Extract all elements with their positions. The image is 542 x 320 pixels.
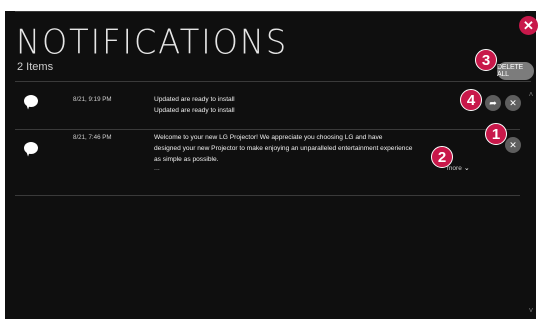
notification-line: Welcome to your new LG Projector! We app… <box>154 134 383 141</box>
notification-time: 8/21, 9:19 PM <box>73 96 112 103</box>
notification-line: Updated are ready to install <box>154 107 235 114</box>
callout-badge-3: 3 <box>475 49 497 71</box>
delete-all-button[interactable]: DELETE ALL <box>497 62 534 80</box>
truncation-ellipsis: ... <box>154 165 160 172</box>
notification-row[interactable]: 8/21, 7:46 PM Welcome to your new LG Pro… <box>15 123 531 196</box>
delete-icon[interactable]: ✕ <box>505 95 521 111</box>
items-count: 2 Items <box>17 61 54 73</box>
top-divider <box>15 11 525 12</box>
callout-badge-4: 4 <box>460 89 482 111</box>
header-divider <box>15 81 531 82</box>
more-button[interactable]: more ⌄ <box>447 164 470 172</box>
notification-line: designed your new Projector to make enjo… <box>154 145 413 152</box>
notifications-screen: NOTIFICATIONS 2 Items ✕ DELETE ALL 3 8/2… <box>5 11 538 319</box>
notification-row[interactable]: 8/21, 9:19 PM Updated are ready to insta… <box>15 83 531 130</box>
page-title: NOTIFICATIONS <box>16 22 289 62</box>
notification-line: as simple as possible. <box>154 156 219 163</box>
notification-time: 8/21, 7:46 PM <box>73 134 112 141</box>
callout-badge-1: 1 <box>485 123 507 145</box>
scroll-down-icon[interactable]: ˅ <box>526 307 536 315</box>
row-divider <box>15 195 520 196</box>
close-icon[interactable]: ✕ <box>519 16 538 35</box>
notification-line: Updated are ready to install <box>154 96 235 103</box>
chat-bubble-icon <box>24 142 38 154</box>
share-icon[interactable]: ➦ <box>485 95 501 111</box>
callout-badge-2: 2 <box>431 146 453 168</box>
delete-icon[interactable]: ✕ <box>505 137 521 153</box>
scroll-up-icon[interactable]: ˄ <box>526 91 536 99</box>
chevron-down-icon: ⌄ <box>463 165 470 172</box>
more-label: more <box>447 165 462 172</box>
chat-bubble-icon <box>24 95 38 107</box>
